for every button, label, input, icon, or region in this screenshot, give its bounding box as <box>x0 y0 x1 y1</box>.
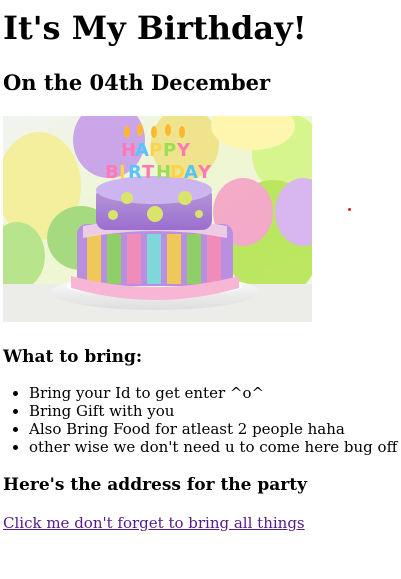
svg-text:I: I <box>119 162 126 183</box>
svg-text:T: T <box>142 162 155 183</box>
svg-text:Y: Y <box>176 140 191 161</box>
svg-text:A: A <box>184 162 198 183</box>
svg-text:B: B <box>105 162 119 183</box>
red-dot-marker <box>348 208 351 211</box>
list-item: Bring your Id to get enter ^o^ <box>29 384 398 402</box>
hero-section: H A P P Y B I R T H D A Y <box>3 116 398 322</box>
svg-text:P: P <box>163 140 176 161</box>
address-heading: Here's the address for the party <box>3 475 307 495</box>
svg-text:D: D <box>170 162 185 183</box>
page-title: It's My Birthday! <box>3 9 307 47</box>
bring-list: Bring your Id to get enter ^o^ Bring Gif… <box>3 384 398 456</box>
bring-heading: What to bring: <box>3 347 143 367</box>
svg-text:A: A <box>135 140 149 161</box>
date-heading: On the 04th December <box>3 70 271 95</box>
svg-text:P: P <box>149 140 162 161</box>
page: It's My Birthday! On the 04th December H… <box>3 0 398 532</box>
address-link[interactable]: Click me don't forget to bring all thing… <box>3 514 305 532</box>
svg-text:H: H <box>156 162 171 183</box>
svg-text:Y: Y <box>197 162 212 183</box>
birthday-cake-image: H A P P Y B I R T H D A Y <box>3 116 312 322</box>
list-item: Also Bring Food for atleast 2 people hah… <box>29 420 398 438</box>
list-item: other wise we don't need u to come here … <box>29 438 398 456</box>
svg-text:H: H <box>121 140 136 161</box>
list-item: Bring Gift with you <box>29 402 398 420</box>
svg-text:R: R <box>128 162 142 183</box>
